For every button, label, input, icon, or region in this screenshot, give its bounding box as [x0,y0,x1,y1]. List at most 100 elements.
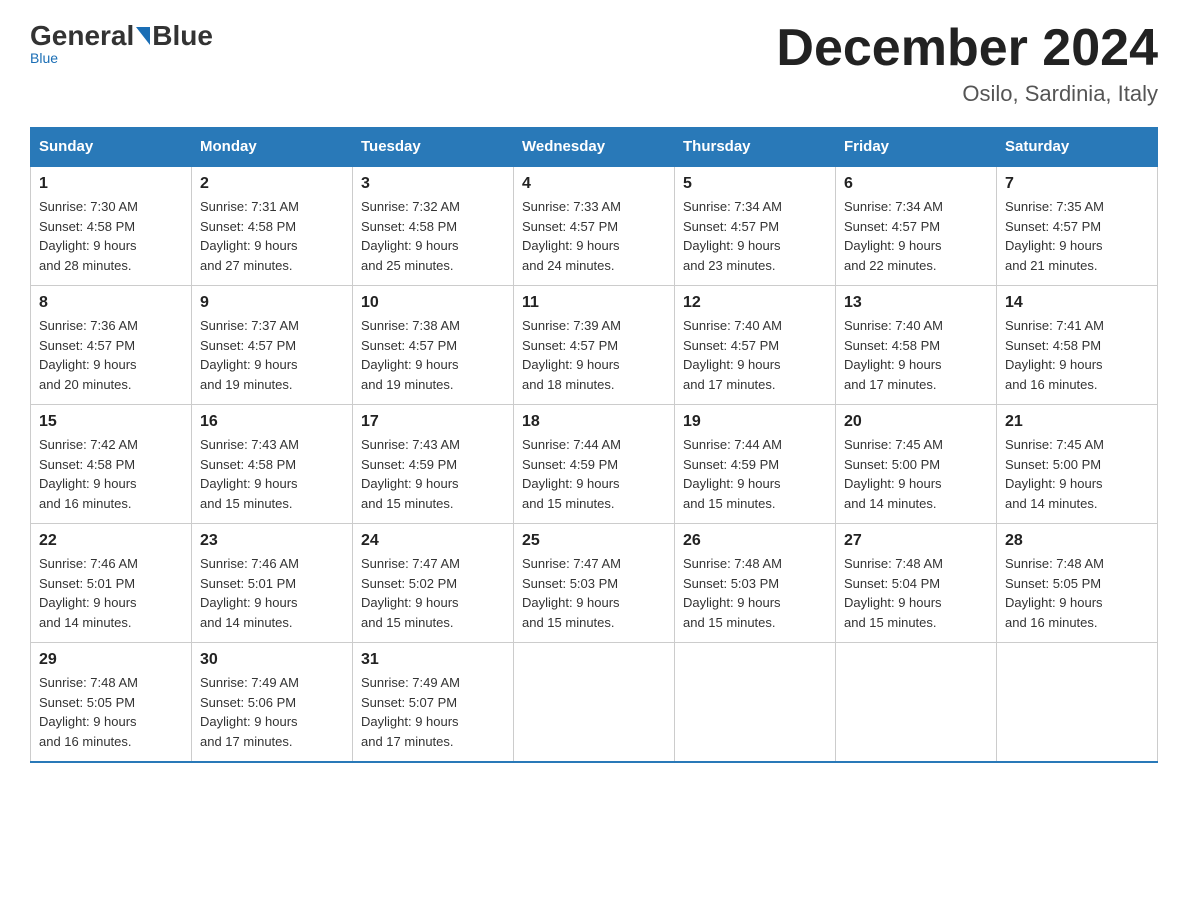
calendar-cell: 2Sunrise: 7:31 AMSunset: 4:58 PMDaylight… [192,166,353,286]
calendar-cell: 9 Sunrise: 7:37 AMSunset: 4:57 PMDaylight… [192,286,353,405]
day-number: 27 [844,532,988,550]
day-number: 17 [361,413,505,431]
day-info: Sunrise: 7:45 AMSunset: 5:00 PMDaylight:… [844,435,988,513]
calendar-cell [675,643,836,763]
day-number: 20 [844,413,988,431]
calendar-cell: 14 Sunrise: 7:41 AMSunset: 4:58 PMDayligh… [997,286,1158,405]
location-subtitle: Osilo, Sardinia, Italy [776,81,1158,107]
calendar-cell: 26Sunrise: 7:48 AMSunset: 5:03 PMDayligh… [675,524,836,643]
header-sunday: Sunday [31,128,192,167]
header-saturday: Saturday [997,128,1158,167]
logo-underline-text: Blue [30,50,58,66]
day-info: Sunrise: 7:48 AMSunset: 5:04 PMDaylight:… [844,554,988,632]
calendar-cell: 13Sunrise: 7:40 AMSunset: 4:58 PMDayligh… [836,286,997,405]
calendar-cell: 23 Sunrise: 7:46 AMSunset: 5:01 PMDayligh… [192,524,353,643]
day-number: 3 [361,175,505,193]
day-info: Sunrise: 7:34 AMSunset: 4:57 PMDaylight:… [844,197,988,275]
day-number: 10 [361,294,505,312]
logo-general-text: General [30,20,134,52]
calendar-cell: 19Sunrise: 7:44 AMSunset: 4:59 PMDayligh… [675,405,836,524]
calendar-header-row: SundayMondayTuesdayWednesdayThursdayFrid… [31,128,1158,167]
day-number: 19 [683,413,827,431]
day-info: Sunrise: 7:46 AMSunset: 5:01 PMDaylight:… [200,554,344,632]
day-info: Sunrise: 7:46 AMSunset: 5:01 PMDaylight:… [39,554,183,632]
day-number: 29 [39,651,183,669]
day-info: Sunrise: 7:48 AMSunset: 5:05 PMDaylight:… [1005,554,1149,632]
day-info: Sunrise: 7:49 AMSunset: 5:07 PMDaylight:… [361,673,505,751]
day-number: 8 [39,294,183,312]
day-info: Sunrise: 7:39 AMSunset: 4:57 PMDaylight:… [522,316,666,394]
calendar-cell: 17 Sunrise: 7:43 AMSunset: 4:59 PMDayligh… [353,405,514,524]
day-info: Sunrise: 7:41 AMSunset: 4:58 PMDaylight:… [1005,316,1149,394]
day-number: 5 [683,175,827,193]
day-number: 9 [200,294,344,312]
header-monday: Monday [192,128,353,167]
calendar-cell: 8Sunrise: 7:36 AMSunset: 4:57 PMDaylight… [31,286,192,405]
day-number: 14 [1005,294,1149,312]
header-thursday: Thursday [675,128,836,167]
day-number: 22 [39,532,183,550]
day-number: 25 [522,532,666,550]
calendar-cell: 4 Sunrise: 7:33 AMSunset: 4:57 PMDaylight… [514,166,675,286]
calendar-cell: 28 Sunrise: 7:48 AMSunset: 5:05 PMDayligh… [997,524,1158,643]
calendar-cell: 31 Sunrise: 7:49 AMSunset: 5:07 PMDayligh… [353,643,514,763]
week-row-5: 29 Sunrise: 7:48 AMSunset: 5:05 PMDayligh… [31,643,1158,763]
calendar-cell: 18Sunrise: 7:44 AMSunset: 4:59 PMDayligh… [514,405,675,524]
calendar-cell [997,643,1158,763]
calendar-cell: 20 Sunrise: 7:45 AMSunset: 5:00 PMDayligh… [836,405,997,524]
day-info: Sunrise: 7:48 AMSunset: 5:05 PMDaylight:… [39,673,183,751]
day-number: 24 [361,532,505,550]
calendar-cell: 15Sunrise: 7:42 AMSunset: 4:58 PMDayligh… [31,405,192,524]
day-number: 30 [200,651,344,669]
day-number: 28 [1005,532,1149,550]
week-row-2: 8Sunrise: 7:36 AMSunset: 4:57 PMDaylight… [31,286,1158,405]
day-info: Sunrise: 7:44 AMSunset: 4:59 PMDaylight:… [522,435,666,513]
day-number: 2 [200,175,344,193]
calendar-cell: 3Sunrise: 7:32 AMSunset: 4:58 PMDaylight… [353,166,514,286]
page-header: General Blue Blue December 2024 Osilo, S… [30,20,1158,107]
logo-arrow-icon [136,27,150,45]
header-tuesday: Tuesday [353,128,514,167]
day-info: Sunrise: 7:38 AMSunset: 4:57 PMDaylight:… [361,316,505,394]
day-info: Sunrise: 7:43 AMSunset: 4:59 PMDaylight:… [361,435,505,513]
week-row-4: 22 Sunrise: 7:46 AMSunset: 5:01 PMDayligh… [31,524,1158,643]
calendar-cell: 21 Sunrise: 7:45 AMSunset: 5:00 PMDayligh… [997,405,1158,524]
day-info: Sunrise: 7:43 AMSunset: 4:58 PMDaylight:… [200,435,344,513]
day-number: 4 [522,175,666,193]
calendar-cell: 5 Sunrise: 7:34 AMSunset: 4:57 PMDaylight… [675,166,836,286]
week-row-3: 15Sunrise: 7:42 AMSunset: 4:58 PMDayligh… [31,405,1158,524]
day-number: 11 [522,294,666,312]
day-number: 6 [844,175,988,193]
calendar-cell: 6 Sunrise: 7:34 AMSunset: 4:57 PMDaylight… [836,166,997,286]
day-number: 31 [361,651,505,669]
header-friday: Friday [836,128,997,167]
day-info: Sunrise: 7:47 AMSunset: 5:02 PMDaylight:… [361,554,505,632]
day-info: Sunrise: 7:37 AMSunset: 4:57 PMDaylight:… [200,316,344,394]
calendar-cell: 25 Sunrise: 7:47 AMSunset: 5:03 PMDayligh… [514,524,675,643]
day-info: Sunrise: 7:34 AMSunset: 4:57 PMDaylight:… [683,197,827,275]
calendar-cell: 7Sunrise: 7:35 AMSunset: 4:57 PMDaylight… [997,166,1158,286]
calendar-table: SundayMondayTuesdayWednesdayThursdayFrid… [30,127,1158,763]
calendar-cell: 24 Sunrise: 7:47 AMSunset: 5:02 PMDayligh… [353,524,514,643]
day-number: 13 [844,294,988,312]
calendar-cell [836,643,997,763]
day-info: Sunrise: 7:33 AMSunset: 4:57 PMDaylight:… [522,197,666,275]
day-number: 15 [39,413,183,431]
week-row-1: 1Sunrise: 7:30 AMSunset: 4:58 PMDaylight… [31,166,1158,286]
day-number: 23 [200,532,344,550]
month-year-title: December 2024 [776,20,1158,77]
day-info: Sunrise: 7:40 AMSunset: 4:57 PMDaylight:… [683,316,827,394]
calendar-cell: 1Sunrise: 7:30 AMSunset: 4:58 PMDaylight… [31,166,192,286]
day-number: 7 [1005,175,1149,193]
calendar-title-area: December 2024 Osilo, Sardinia, Italy [776,20,1158,107]
calendar-cell: 22 Sunrise: 7:46 AMSunset: 5:01 PMDayligh… [31,524,192,643]
calendar-cell: 30 Sunrise: 7:49 AMSunset: 5:06 PMDayligh… [192,643,353,763]
day-info: Sunrise: 7:45 AMSunset: 5:00 PMDaylight:… [1005,435,1149,513]
day-info: Sunrise: 7:30 AMSunset: 4:58 PMDaylight:… [39,197,183,275]
day-info: Sunrise: 7:47 AMSunset: 5:03 PMDaylight:… [522,554,666,632]
day-number: 21 [1005,413,1149,431]
calendar-cell: 29 Sunrise: 7:48 AMSunset: 5:05 PMDayligh… [31,643,192,763]
day-info: Sunrise: 7:48 AMSunset: 5:03 PMDaylight:… [683,554,827,632]
day-info: Sunrise: 7:49 AMSunset: 5:06 PMDaylight:… [200,673,344,751]
calendar-cell: 27 Sunrise: 7:48 AMSunset: 5:04 PMDayligh… [836,524,997,643]
